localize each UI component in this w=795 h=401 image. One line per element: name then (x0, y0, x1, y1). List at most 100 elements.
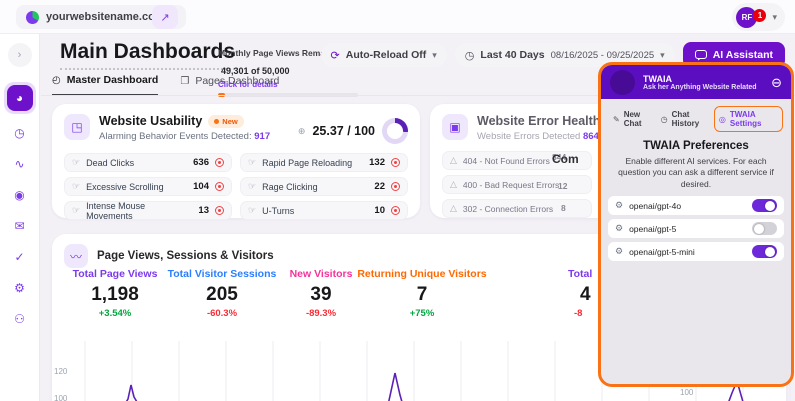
subtitle-text: Alarming Behavior Events Detected: (99, 131, 252, 142)
stat-change: +75% (352, 308, 492, 319)
pages-icon: ❐ (180, 76, 189, 87)
ai-services-list: ⚙ openai/gpt-4o ⚙ openai/gpt-5 ⚙ openai/… (601, 196, 791, 261)
metric-row-rapid-reloading: ☞ Rapid Page Reloading 132 (240, 153, 408, 172)
sidebar-collapse-button[interactable]: › (8, 43, 32, 67)
error-value-400: 12 (558, 181, 567, 191)
sidebar-item-sessions[interactable]: ◉ (8, 183, 32, 207)
sidebar-item-dashboard[interactable]: ◕ (4, 82, 36, 114)
page-title: Main Dashboards (60, 40, 235, 70)
card-title: Website Error Health (477, 114, 600, 128)
error-health-icon: ▣ (442, 114, 468, 140)
comparison-heading-clipped: Com (552, 152, 579, 166)
subtitle-text: Website Errors Detected (477, 131, 580, 142)
date-range-label: Last 40 Days (480, 49, 544, 61)
tab-label: Chat History (672, 110, 710, 128)
gear-icon: ⚙ (14, 281, 25, 295)
chart-annotation: 100 (680, 388, 693, 397)
usability-score: ⊕ 25.37 / 100 (298, 114, 408, 144)
metric-row-intense-mouse-movements: ☞ Intense Mouse Movements 13 (64, 201, 232, 220)
card-title: Website Usability (99, 114, 202, 128)
metric-label: Dead Clicks (86, 158, 134, 168)
metric-row-excessive-scrolling: ☞ Excessive Scrolling 104 (64, 177, 232, 196)
chevron-down-icon: ▾ (772, 12, 777, 23)
ai-assistant-label: AI Assistant (713, 49, 773, 61)
alert-dot-icon (391, 182, 400, 191)
alert-dot-icon (215, 182, 224, 191)
open-site-button[interactable]: ↗ (152, 5, 178, 29)
twaia-assistant-panel: TWAIA Ask her Anything Website Related ⊖… (598, 62, 794, 387)
sidebar: › ◕ ◷ ∿ ◉ ✉ ✓ ⚙ ⚇ (0, 34, 40, 401)
metric-label: U-Turns (262, 206, 294, 216)
card-header-text: Website Error Health Website Errors Dete… (477, 114, 600, 142)
external-link-icon: ↗ (160, 11, 169, 24)
new-badge: New (208, 115, 243, 128)
minimize-button[interactable]: ⊖ (771, 76, 782, 89)
card-subtitle: Alarming Behavior Events Detected: 917 (99, 131, 270, 142)
clock-icon: ◷ (465, 49, 475, 62)
stat-change: -89.3% (280, 308, 362, 319)
stat-value: 7 (352, 284, 492, 306)
card-header: ◳ Website Usability New Alarming Behavio… (64, 114, 408, 144)
usability-icon: ◳ (64, 114, 90, 140)
avatar: RF 1 (736, 7, 757, 28)
service-toggle[interactable] (752, 199, 777, 212)
sidebar-item-chat[interactable]: ✉ (8, 214, 32, 238)
tab-label: Pages Dashboard (195, 75, 279, 87)
service-name: openai/gpt-5 (629, 224, 676, 234)
metric-row-u-turns: ☞ U-Turns 10 (240, 201, 408, 220)
tab-twaia-settings[interactable]: ◎ TWAIA Settings (714, 106, 783, 132)
warning-triangle-icon: △ (450, 155, 457, 166)
service-toggle[interactable] (752, 222, 777, 235)
sidebar-item-settings[interactable]: ⚙ (8, 276, 32, 300)
dashboard-tabs: ◴ Master Dashboard ❐ Pages Dashboard (52, 74, 279, 96)
stat-change: +3.54% (55, 308, 175, 319)
gauge-icon: ◴ (52, 75, 61, 86)
pencil-circle-icon: ✎ (613, 115, 620, 124)
stat-label: Total Visitor Sessions (158, 268, 286, 280)
notification-badge: 1 (753, 9, 766, 22)
click-icon: ☞ (248, 181, 256, 192)
user-menu[interactable]: RF 1 ▾ (732, 3, 785, 31)
alert-dot-icon (391, 158, 400, 167)
sidebar-item-alerts[interactable]: ◷ (8, 121, 32, 145)
sidebar-item-visitors[interactable]: ⚇ (8, 307, 32, 331)
visitor-pin-icon: ⚇ (14, 312, 25, 326)
metric-row-dead-clicks: ☞ Dead Clicks 636 (64, 153, 232, 172)
warning-triangle-icon: △ (450, 203, 457, 214)
service-row-gpt-5: ⚙ openai/gpt-5 (608, 219, 784, 238)
tab-label: Master Dashboard (67, 74, 159, 86)
session-eye-icon: ◉ (14, 188, 24, 202)
metric-value: 104 (193, 181, 209, 192)
y-axis-tick: 100 (54, 394, 67, 401)
gear-icon: ⚙ (615, 200, 623, 211)
dashboard-icon: ◕ (7, 85, 33, 111)
stat-returning-unique-visitors: Returning Unique Visitors 7 +75% (352, 268, 492, 319)
assistant-title: TWAIA (643, 74, 757, 84)
events-count: 917 (254, 131, 270, 142)
score-donut-chart (382, 118, 408, 144)
tab-master-dashboard[interactable]: ◴ Master Dashboard (52, 74, 158, 96)
auto-reload-select[interactable]: ⟳ Auto-Reload Off ▾ (321, 43, 447, 67)
service-name: openai/gpt-5-mini (629, 247, 695, 257)
assistant-tabs: ✎ New Chat ◷ Chat History ◎ TWAIA Settin… (601, 99, 791, 137)
card-subtitle: Website Errors Detected 864 (477, 131, 600, 142)
tab-chat-history[interactable]: ◷ Chat History (657, 107, 714, 131)
gear-icon: ⚙ (615, 246, 623, 257)
tab-pages-dashboard[interactable]: ❐ Pages Dashboard (180, 74, 279, 96)
tab-new-chat[interactable]: ✎ New Chat (609, 107, 657, 131)
minus-circle-icon: ⊖ (771, 75, 782, 90)
stat-new-visitors: New Visitors 39 -89.3% (280, 268, 362, 319)
service-toggle[interactable] (752, 245, 777, 258)
stat-label: Returning Unique Visitors (352, 268, 492, 280)
assistant-header-text: TWAIA Ask her Anything Website Related (643, 74, 757, 91)
sidebar-item-audio[interactable]: ∿ (8, 152, 32, 176)
stat-total-page-views: Total Page Views 1,198 +3.54% (55, 268, 175, 319)
error-row-302: △ 302 - Connection Errors (442, 199, 592, 218)
metric-label: Excessive Scrolling (86, 182, 164, 192)
sidebar-item-security[interactable]: ✓ (8, 245, 32, 269)
service-row-gpt-5-mini: ⚙ openai/gpt-5-mini (608, 242, 784, 261)
click-icon: ☞ (248, 205, 256, 216)
date-range-dates: 08/16/2025 - 09/25/2025 (551, 50, 655, 61)
history-icon: ◷ (661, 115, 668, 124)
assistant-header: TWAIA Ask her Anything Website Related ⊖ (601, 65, 791, 99)
